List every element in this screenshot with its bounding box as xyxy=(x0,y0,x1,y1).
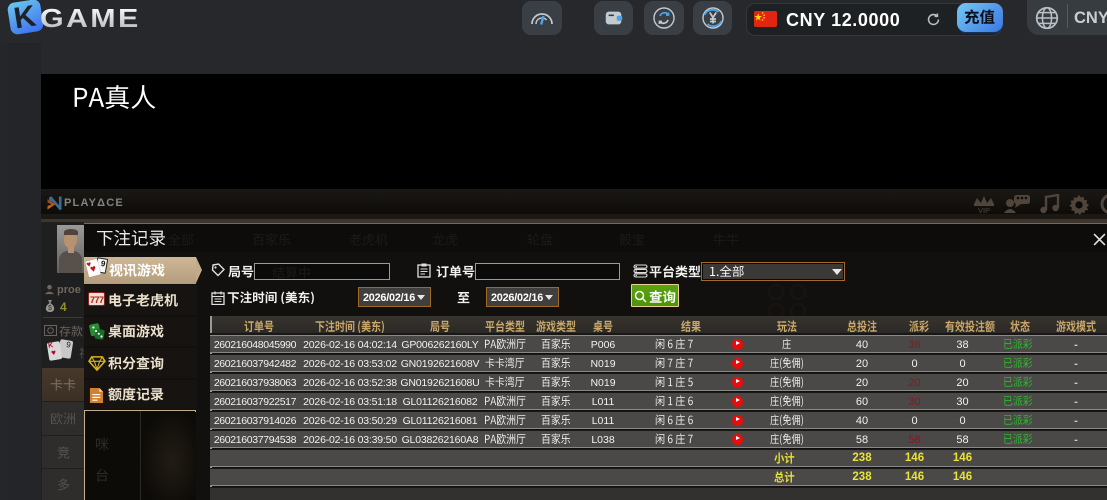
svg-text:VIP: VIP xyxy=(978,206,990,214)
svg-text:$: $ xyxy=(48,305,52,312)
